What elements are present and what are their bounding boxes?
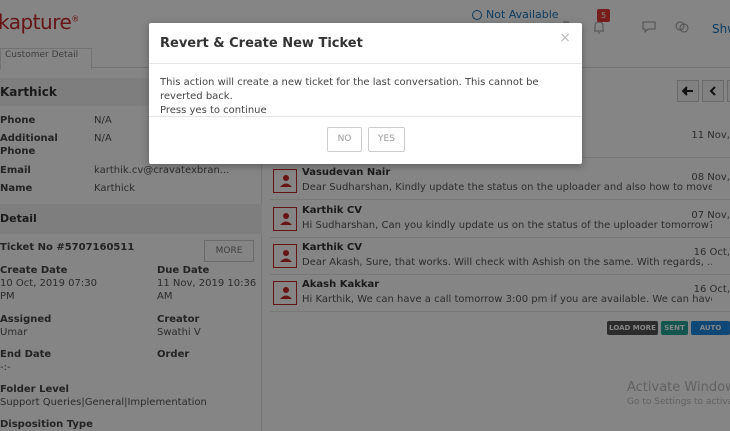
modal-message: This action will create a new ticket for… bbox=[160, 76, 575, 118]
no-button[interactable]: NO bbox=[327, 127, 362, 152]
modal-divider bbox=[149, 63, 582, 64]
modal-title: Revert & Create New Ticket bbox=[160, 36, 363, 51]
app-window: kapture® Not Available 5 Shw Customer De… bbox=[0, 0, 730, 431]
yes-button[interactable]: YES bbox=[368, 127, 405, 152]
modal-footer-divider bbox=[149, 116, 582, 117]
close-icon[interactable]: × bbox=[559, 30, 571, 46]
revert-ticket-modal: Revert & Create New Ticket × This action… bbox=[149, 23, 582, 164]
modal-message-line: This action will create a new ticket for… bbox=[160, 77, 539, 102]
